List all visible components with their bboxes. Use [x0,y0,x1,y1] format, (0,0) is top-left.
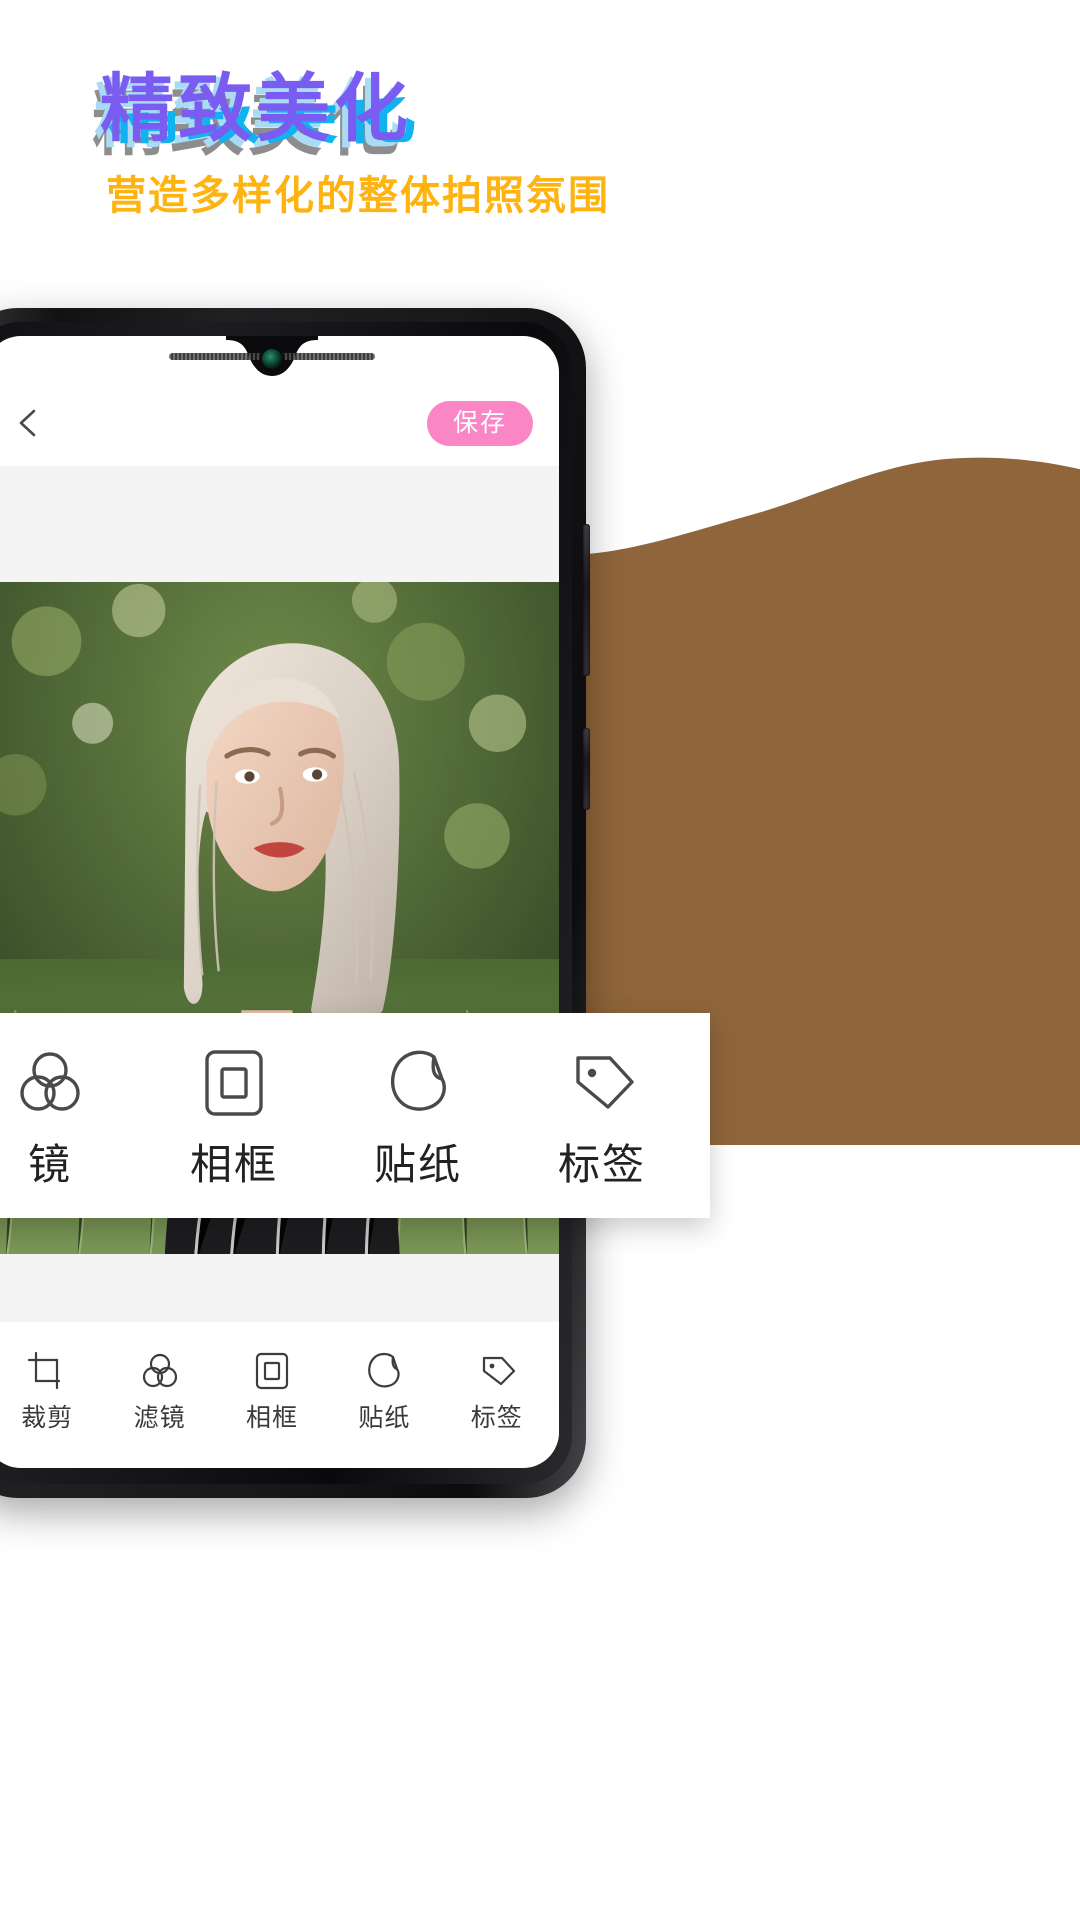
toolbar-label: 贴纸 [358,1403,411,1432]
phone-screen: 保存 裁剪 滤镜 相框 贴纸 标签 [0,336,559,1468]
tag-icon [482,1356,515,1385]
title-main: 精致美化 [100,67,412,150]
app-bar: 保存 [0,380,559,466]
callout-item-frame[interactable]: 相框 [159,1046,309,1186]
save-button[interactable]: 保存 [426,400,533,446]
page-subtitle: 营造多样化的整体拍照氛围 [106,174,610,218]
frame-icon [255,1352,289,1389]
tag-icon [576,1055,634,1109]
filter-circles-icon [20,1051,80,1111]
crop-icon [28,1351,61,1389]
phone-mockup: 保存 裁剪 滤镜 相框 贴纸 标签 [0,308,590,1498]
magnified-toolbar-callout: 镜 相框 贴纸 标签 [0,1013,710,1218]
toolbar-label: 相框 [245,1403,298,1432]
back-button[interactable] [11,406,45,440]
callout-item-sticker[interactable]: 贴纸 [343,1046,493,1186]
editor-toolbar: 裁剪 滤镜 相框 贴纸 标签 [0,1322,559,1468]
sticker-icon [390,1050,446,1111]
filter-circles-icon [142,1353,177,1387]
power-button[interactable] [583,728,590,810]
callout-item-filter[interactable]: 镜 [0,1046,125,1186]
callout-label: 镜 [27,1140,72,1188]
callout-label: 标签 [557,1140,646,1188]
volume-button[interactable] [583,524,590,676]
frame-icon [205,1049,263,1116]
toolbar-label: 滤镜 [133,1403,186,1432]
toolbar-label: 标签 [470,1403,523,1432]
toolbar-item-frame[interactable]: 相框 [222,1350,322,1431]
callout-item-tag[interactable]: 标签 [527,1046,677,1186]
callout-label: 贴纸 [373,1140,462,1188]
toolbar-item-tag[interactable]: 标签 [447,1350,547,1431]
chevron-left-icon [19,409,36,437]
toolbar-item-sticker[interactable]: 贴纸 [334,1350,434,1431]
page-title: 精致美化 精致美化 精致美化 精致美化 [92,67,800,182]
front-camera-icon [262,349,282,369]
toolbar-item-crop[interactable]: 裁剪 [0,1350,97,1431]
sticker-icon [368,1352,400,1387]
toolbar-label: 裁剪 [21,1403,74,1432]
callout-label: 相框 [189,1140,278,1188]
promo-page: 精致美化 精致美化 精致美化 精致美化 营造多样化的整体拍照氛围 保存 裁剪 滤… [0,0,1080,1920]
toolbar-item-filter[interactable]: 滤镜 [110,1350,210,1431]
